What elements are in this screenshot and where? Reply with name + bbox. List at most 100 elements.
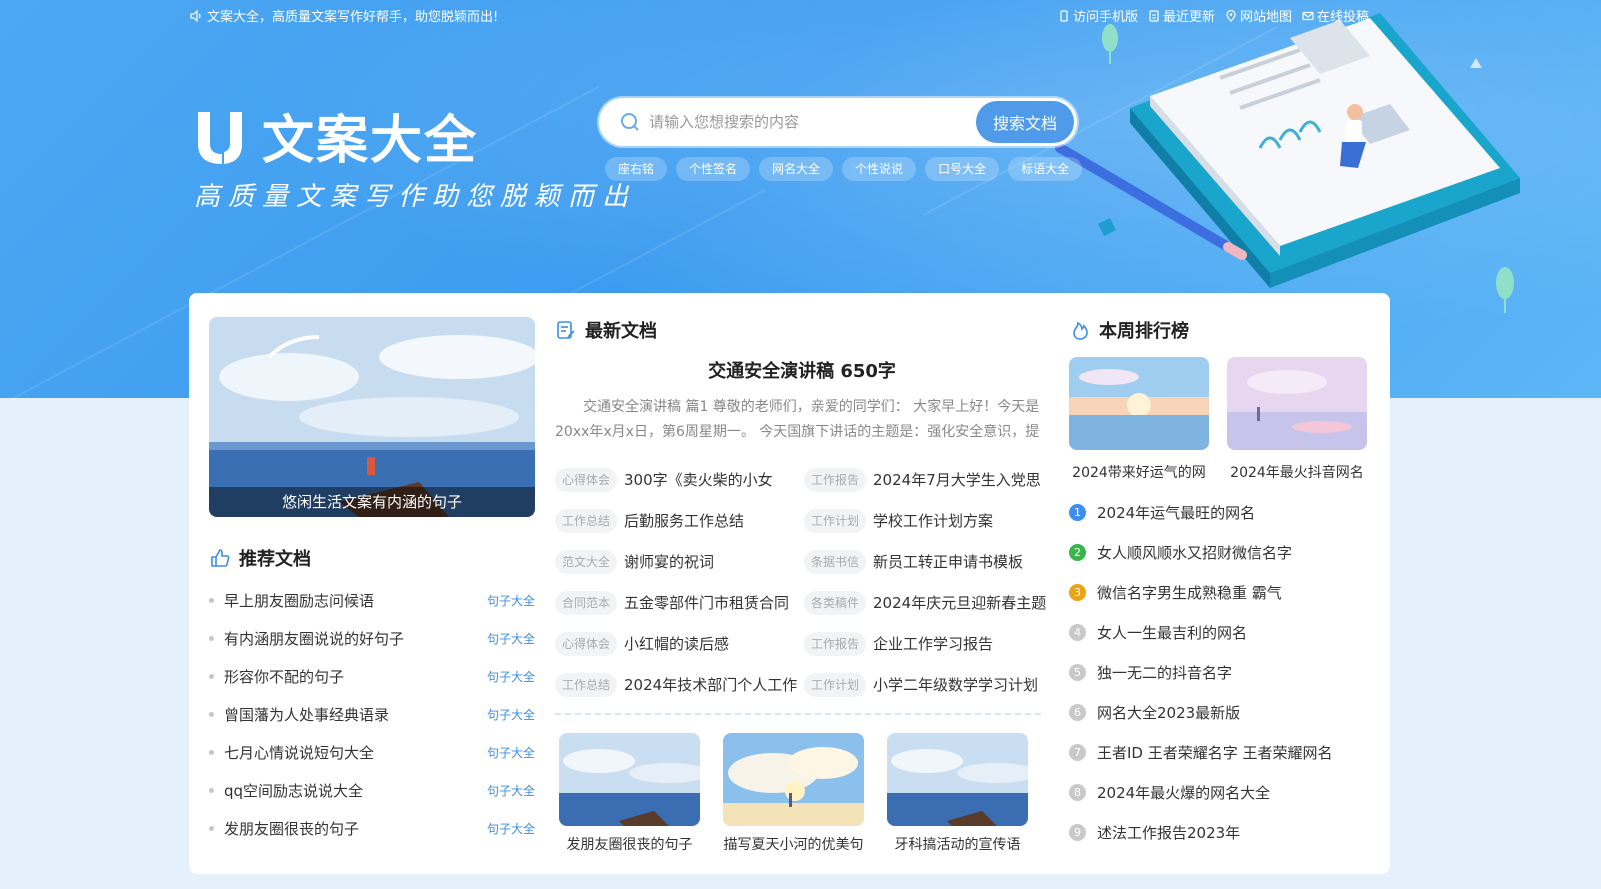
item-title[interactable]: 曾国藩为人处事经典语录 <box>209 704 389 725</box>
doc-item[interactable]: 工作计划 学校工作计划方案 <box>804 500 1049 541</box>
rank-item[interactable]: 5 独一无二的抖音名字 <box>1069 652 1369 692</box>
doc-title[interactable]: 企业工作学习报告 <box>873 633 993 654</box>
search-button[interactable]: 搜索文档 <box>976 101 1074 143</box>
rank-title[interactable]: 微信名字男生成熟稳重 霸气 <box>1097 582 1282 603</box>
item-category[interactable]: 句子大全 <box>487 592 535 609</box>
doc-title[interactable]: 2024年庆元旦迎新春主题 <box>873 592 1046 613</box>
doc-title[interactable]: 后勤服务工作总结 <box>624 510 744 531</box>
mobile-link[interactable]: 访问手机版 <box>1058 6 1138 25</box>
recent-updates-link[interactable]: 最近更新 <box>1148 6 1215 25</box>
rank-item[interactable]: 3 微信名字男生成熟稳重 霸气 <box>1069 572 1369 612</box>
item-category[interactable]: 句子大全 <box>487 744 535 761</box>
feature-article[interactable]: 悠闲生活文案有内涵的句子 <box>209 317 535 517</box>
thumb-title[interactable]: 2024年最火抖音网名 <box>1227 462 1367 482</box>
doc-tag[interactable]: 工作总结 <box>555 672 618 697</box>
item-category[interactable]: 句子大全 <box>487 668 535 685</box>
doc-item[interactable]: 各类稿件 2024年庆元旦迎新春主题 <box>804 582 1049 623</box>
doc-item[interactable]: 心得体会 300字《卖火柴的小女 <box>555 459 800 500</box>
list-item[interactable]: 发朋友圈很丧的句子 句子大全 <box>209 809 535 847</box>
doc-item[interactable]: 工作总结 后勤服务工作总结 <box>555 500 800 541</box>
list-item[interactable]: 曾国藩为人处事经典语录 句子大全 <box>209 695 535 733</box>
doc-title[interactable]: 300字《卖火柴的小女 <box>624 469 773 490</box>
doc-tag[interactable]: 工作计划 <box>804 508 867 533</box>
item-category[interactable]: 句子大全 <box>487 820 535 837</box>
doc-tag[interactable]: 条据书信 <box>804 549 867 574</box>
hot-tag[interactable]: 个性说说 <box>842 157 917 181</box>
rank-title[interactable]: 网名大全2023最新版 <box>1097 702 1240 723</box>
list-item[interactable]: 有内涵朋友圈说说的好句子 句子大全 <box>209 619 535 657</box>
list-item[interactable]: 早上朋友圈励志问候语 句子大全 <box>209 581 535 619</box>
doc-title[interactable]: 小红帽的读后感 <box>624 633 729 654</box>
doc-item[interactable]: 工作总结 2024年技术部门个人工作 <box>555 664 800 705</box>
thumb-card[interactable]: 发朋友圈很丧的句子 <box>559 733 700 854</box>
hot-tag[interactable]: 口号大全 <box>925 157 1000 181</box>
doc-item[interactable]: 工作报告 2024年7月大学生入党思 <box>804 459 1049 500</box>
rank-item[interactable]: 7 王者ID 王者荣耀名字 王者荣耀网名 <box>1069 732 1369 772</box>
doc-tag[interactable]: 各类稿件 <box>804 590 867 615</box>
top-article-title[interactable]: 交通安全演讲稿 650字 <box>555 357 1049 383</box>
doc-title[interactable]: 五金零部件门市租赁合同 <box>624 592 789 613</box>
doc-item[interactable]: 合同范本 五金零部件门市租赁合同 <box>555 582 800 623</box>
item-title[interactable]: 形容你不配的句子 <box>209 666 344 687</box>
doc-item[interactable]: 条据书信 新员工转正申请书模板 <box>804 541 1049 582</box>
thumb-card[interactable]: 2024年最火抖音网名 <box>1227 357 1367 482</box>
doc-tag[interactable]: 工作报告 <box>804 467 867 492</box>
hot-tag[interactable]: 网名大全 <box>759 157 834 181</box>
doc-tag[interactable]: 工作报告 <box>804 631 867 656</box>
list-item[interactable]: 七月心情说说短句大全 句子大全 <box>209 733 535 771</box>
rank-item[interactable]: 2 女人顺风顺水又招财微信名字 <box>1069 532 1369 572</box>
thumb-title[interactable]: 发朋友圈很丧的句子 <box>559 834 700 854</box>
item-category[interactable]: 句子大全 <box>487 630 535 647</box>
item-category[interactable]: 句子大全 <box>487 706 535 723</box>
rank-title[interactable]: 2024年最火爆的网名大全 <box>1097 782 1270 803</box>
doc-tag[interactable]: 工作计划 <box>804 672 867 697</box>
rank-item[interactable]: 1 2024年运气最旺的网名 <box>1069 492 1369 532</box>
rank-item[interactable]: 4 女人一生最吉利的网名 <box>1069 612 1369 652</box>
item-category[interactable]: 句子大全 <box>487 782 535 799</box>
thumb-card[interactable]: 牙科搞活动的宣传语 <box>887 733 1028 854</box>
doc-tag[interactable]: 心得体会 <box>555 467 618 492</box>
item-title[interactable]: 七月心情说说短句大全 <box>209 742 374 763</box>
doc-title[interactable]: 学校工作计划方案 <box>873 510 993 531</box>
list-item[interactable]: 形容你不配的句子 句子大全 <box>209 657 535 695</box>
rank-title[interactable]: 王者ID 王者荣耀名字 王者荣耀网名 <box>1097 742 1333 763</box>
doc-title[interactable]: 谢师宴的祝词 <box>624 551 714 572</box>
item-title[interactable]: 有内涵朋友圈说说的好句子 <box>209 628 404 649</box>
item-title[interactable]: 早上朋友圈励志问候语 <box>209 590 374 611</box>
rank-item[interactable]: 6 网名大全2023最新版 <box>1069 692 1369 732</box>
rank-item[interactable]: 9 述法工作报告2023年 <box>1069 812 1369 852</box>
rank-item[interactable]: 8 2024年最火爆的网名大全 <box>1069 772 1369 812</box>
doc-item[interactable]: 工作报告 企业工作学习报告 <box>804 623 1049 664</box>
submit-link[interactable]: 在线投稿 <box>1302 6 1369 25</box>
search-input[interactable] <box>649 102 976 142</box>
rank-title[interactable]: 女人顺风顺水又招财微信名字 <box>1097 542 1292 563</box>
thumb-card[interactable]: 描写夏天小河的优美句 <box>723 733 864 854</box>
thumb-card[interactable]: 2024带来好运气的网 <box>1069 357 1209 482</box>
thumb-title[interactable]: 2024带来好运气的网 <box>1069 462 1209 482</box>
doc-item[interactable]: 范文大全 谢师宴的祝词 <box>555 541 800 582</box>
list-item[interactable]: qq空间励志说说大全 句子大全 <box>209 771 535 809</box>
rank-title[interactable]: 独一无二的抖音名字 <box>1097 662 1232 683</box>
hot-tag[interactable]: 标语大全 <box>1008 157 1083 181</box>
item-title[interactable]: 发朋友圈很丧的句子 <box>209 818 359 839</box>
doc-title[interactable]: 小学二年级数学学习计划 <box>873 674 1038 695</box>
rank-title[interactable]: 2024年运气最旺的网名 <box>1097 502 1255 523</box>
hot-tag[interactable]: 个性签名 <box>676 157 751 181</box>
site-logo[interactable]: 文案大全 <box>194 98 478 173</box>
doc-title[interactable]: 新员工转正申请书模板 <box>873 551 1023 572</box>
doc-tag[interactable]: 范文大全 <box>555 549 618 574</box>
doc-item[interactable]: 工作计划 小学二年级数学学习计划 <box>804 664 1049 705</box>
doc-item[interactable]: 心得体会 小红帽的读后感 <box>555 623 800 664</box>
rank-title[interactable]: 述法工作报告2023年 <box>1097 822 1240 843</box>
item-title[interactable]: qq空间励志说说大全 <box>209 780 363 801</box>
rank-title[interactable]: 女人一生最吉利的网名 <box>1097 622 1247 643</box>
doc-title[interactable]: 2024年7月大学生入党思 <box>873 469 1041 490</box>
thumb-title[interactable]: 描写夏天小河的优美句 <box>723 834 864 854</box>
doc-title[interactable]: 2024年技术部门个人工作 <box>624 674 797 695</box>
doc-tag[interactable]: 工作总结 <box>555 508 618 533</box>
hot-tag[interactable]: 座右铭 <box>605 157 668 181</box>
sitemap-link[interactable]: 网站地图 <box>1225 6 1292 25</box>
doc-tag[interactable]: 合同范本 <box>555 590 618 615</box>
doc-tag[interactable]: 心得体会 <box>555 631 618 656</box>
thumb-title[interactable]: 牙科搞活动的宣传语 <box>887 834 1028 854</box>
